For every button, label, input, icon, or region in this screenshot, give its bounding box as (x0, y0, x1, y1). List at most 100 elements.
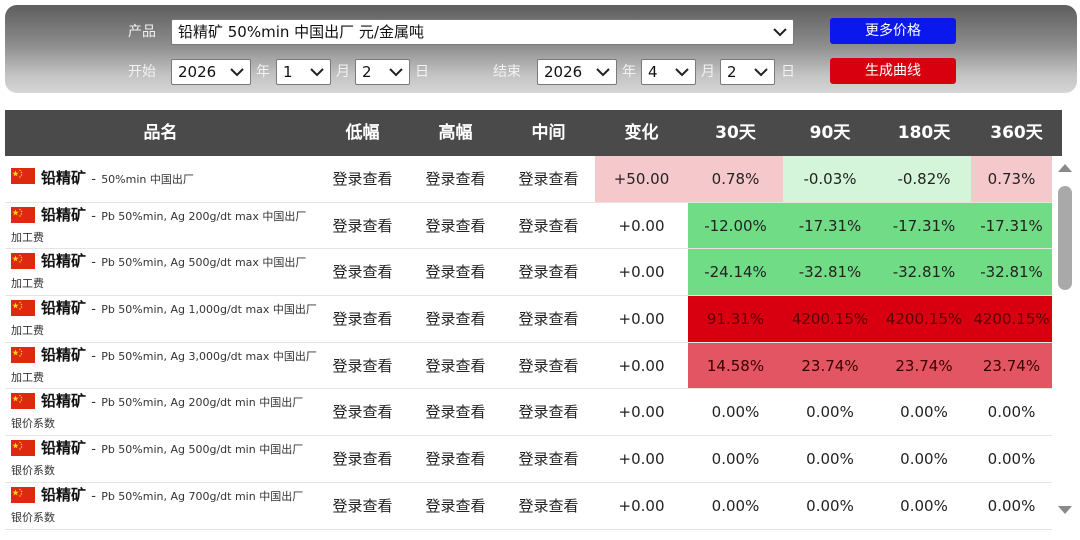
high-cell[interactable]: 登录查看 (409, 249, 502, 295)
header-360d[interactable]: 360天 (971, 110, 1062, 156)
chevron-down-icon (596, 68, 610, 77)
start-year-select[interactable]: 2026 (171, 59, 251, 85)
high-cell[interactable]: 登录查看 (409, 296, 502, 342)
high-cell[interactable]: 登录查看 (409, 436, 502, 482)
china-flag-icon (11, 486, 35, 503)
chevron-down-icon (310, 68, 324, 77)
change-360d-cell: 0.00% (987, 496, 1036, 515)
product-select[interactable]: 铅精矿 50%min 中国出厂 元/金属吨 (171, 19, 794, 45)
table-row[interactable]: 铅精矿 - Pb 50%min, Ag 3,000g/dt max 中国出厂 加… (5, 342, 1052, 390)
low-cell[interactable]: 登录查看 (316, 296, 409, 342)
china-flag-icon (11, 206, 35, 223)
change-360d-cell: 4200.15% (971, 296, 1052, 342)
change-360d-cell: 0.00% (987, 450, 1036, 469)
start-month-select[interactable]: 1 (276, 59, 331, 85)
mid-cell[interactable]: 登录查看 (502, 343, 595, 389)
mid-cell[interactable]: 登录查看 (502, 296, 595, 342)
mid-cell[interactable]: 登录查看 (502, 483, 595, 529)
low-cell[interactable]: 登录查看 (316, 389, 409, 435)
scroll-up-arrow-icon[interactable] (1058, 164, 1072, 172)
product-spec: Pb 50%min, Ag 200g/dt min 中国出厂 (101, 396, 304, 410)
mid-cell[interactable]: 登录查看 (502, 389, 595, 435)
change-90d-cell: -17.31% (783, 202, 877, 249)
header-30d[interactable]: 30天 (688, 110, 783, 156)
mid-cell[interactable]: 登录查看 (502, 203, 595, 249)
table-row[interactable]: 铅精矿 - Pb 50%min, Ag 200g/dt max 中国出厂 加工费… (5, 202, 1052, 250)
product-name-cell[interactable]: 铅精矿 - Pb 50%min, Ag 700g/dt min 中国出厂 银价系… (5, 483, 316, 529)
start-label: 开始 (128, 64, 156, 80)
mid-cell[interactable]: 登录查看 (502, 436, 595, 482)
table-row[interactable]: 铅精矿 - Pb 50%min, Ag 700g/dt min 中国出厂 银价系… (5, 483, 1052, 530)
price-table-body: 铅精矿 - 50%min 中国出厂 登录查看 登录查看 登录查看 +50.00 … (5, 156, 1052, 534)
change-90d-cell: 0.00% (806, 403, 854, 422)
scrollbar-thumb[interactable] (1058, 186, 1072, 290)
table-header: 品名 低幅 高幅 中间 变化 30天 90天 180天 360天 (5, 110, 1062, 156)
change-30d-cell: 0.00% (711, 403, 760, 422)
change-cell: +0.00 (618, 216, 665, 235)
low-cell[interactable]: 登录查看 (316, 249, 409, 295)
header-mid[interactable]: 中间 (502, 110, 595, 156)
product-name-cell[interactable]: 铅精矿 - Pb 50%min, Ag 3,000g/dt max 中国出厂 加… (5, 343, 317, 389)
high-cell[interactable]: 登录查看 (409, 203, 502, 249)
start-month-value: 1 (283, 63, 293, 81)
change-cell: +0.00 (618, 356, 665, 375)
table-row[interactable]: 铅精矿 - Pb 50%min, Ag 500g/dt min 中国出厂 银价系… (5, 436, 1052, 483)
high-cell[interactable]: 登录查看 (409, 343, 502, 389)
product-name-cell[interactable]: 铅精矿 - Pb 50%min, Ag 500g/dt max 中国出厂 加工费 (5, 249, 316, 295)
low-cell[interactable]: 登录查看 (316, 483, 409, 529)
end-label: 结束 (493, 64, 521, 80)
generate-chart-button[interactable]: 生成曲线 (830, 58, 956, 84)
change-90d-cell: 4200.15% (783, 296, 877, 342)
table-scrollbar[interactable] (1055, 160, 1075, 520)
mid-cell[interactable]: 登录查看 (502, 249, 595, 295)
table-row[interactable]: 铅精矿 - Pb 50%min, Ag 200g/dt min 中国出厂 银价系… (5, 389, 1052, 437)
change-360d-cell: 23.74% (971, 342, 1052, 389)
header-name[interactable]: 品名 (5, 110, 316, 156)
product-name: 铅精矿 (41, 299, 87, 318)
start-day-select[interactable]: 2 (355, 59, 410, 85)
product-name-cell[interactable]: 铅精矿 - Pb 50%min, Ag 1,000g/dt max 中国出厂 加… (5, 296, 317, 342)
product-name: 铅精矿 (41, 439, 87, 458)
header-high[interactable]: 高幅 (409, 110, 502, 156)
header-90d[interactable]: 90天 (783, 110, 877, 156)
product-sub-label: 加工费 (11, 324, 44, 338)
table-row[interactable]: 铅精矿 - 50%min 中国出厂 登录查看 登录查看 登录查看 +50.00 … (5, 156, 1052, 203)
low-cell[interactable]: 登录查看 (316, 436, 409, 482)
scroll-down-arrow-icon[interactable] (1058, 506, 1072, 514)
chevron-down-icon (389, 68, 403, 77)
end-month-select[interactable]: 4 (641, 59, 696, 85)
end-day-select[interactable]: 2 (720, 59, 775, 85)
product-name-cell[interactable]: 铅精矿 - Pb 50%min, Ag 500g/dt min 中国出厂 银价系… (5, 436, 316, 482)
header-180d[interactable]: 180天 (877, 110, 971, 156)
low-cell[interactable]: 登录查看 (316, 343, 409, 389)
more-prices-button[interactable]: 更多价格 (830, 18, 956, 44)
mid-cell[interactable]: 登录查看 (502, 156, 595, 202)
table-row[interactable]: 铅精矿 - Pb 50%min, Ag 500g/dt max 中国出厂 加工费… (5, 249, 1052, 297)
product-name-cell[interactable]: 铅精矿 - Pb 50%min, Ag 200g/dt min 中国出厂 银价系… (5, 389, 316, 435)
product-spec: Pb 50%min, Ag 1,000g/dt max 中国出厂 (101, 303, 317, 317)
product-spec: Pb 50%min, Ag 700g/dt min 中国出厂 (101, 489, 304, 503)
high-cell[interactable]: 登录查看 (409, 483, 502, 529)
low-cell[interactable]: 登录查看 (316, 156, 409, 202)
header-low[interactable]: 低幅 (316, 110, 409, 156)
product-name-cell[interactable]: 铅精矿 - Pb 50%min, Ag 200g/dt max 中国出厂 加工费 (5, 203, 316, 249)
product-name: 铅精矿 (41, 392, 87, 411)
start-day-value: 2 (362, 63, 372, 81)
high-cell[interactable]: 登录查看 (409, 156, 502, 202)
high-cell[interactable]: 登录查看 (409, 389, 502, 435)
change-90d-cell: 0.00% (806, 496, 854, 515)
table-row[interactable]: 铅精矿 - Pb 50%min, Ag 1,000g/dt max 中国出厂 加… (5, 296, 1052, 343)
product-name-cell[interactable]: 铅精矿 - 50%min 中国出厂 (5, 156, 316, 202)
change-180d-cell: -0.82% (877, 156, 971, 202)
product-sub-label: 银价系数 (11, 464, 55, 478)
product-spec: Pb 50%min, Ag 200g/dt max 中国出厂 (101, 209, 307, 223)
header-change[interactable]: 变化 (595, 110, 688, 156)
change-180d-cell: 0.00% (900, 450, 948, 469)
china-flag-icon (11, 168, 35, 184)
change-180d-cell: -32.81% (877, 249, 971, 296)
change-30d-cell: 0.00% (711, 450, 760, 469)
low-cell[interactable]: 登录查看 (316, 203, 409, 249)
product-sub-label: 加工费 (11, 277, 44, 291)
change-180d-cell: 23.74% (877, 342, 971, 389)
end-year-select[interactable]: 2026 (537, 59, 617, 85)
